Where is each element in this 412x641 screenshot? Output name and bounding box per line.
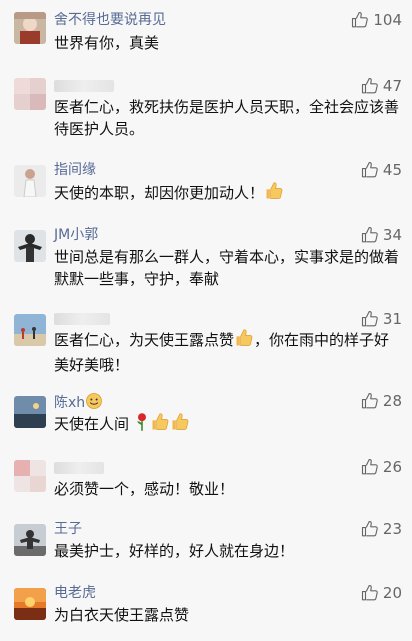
avatar[interactable] <box>14 396 46 428</box>
thumbs-up-outline-icon <box>361 584 378 601</box>
commenter-name[interactable]: 电老虎 <box>54 584 96 602</box>
thumbs-up-outline-icon <box>361 77 378 94</box>
commenter-name[interactable]: 指间缘 <box>54 161 96 179</box>
comment-item: 王子 最美护士，好样的，好人就在身边！ 23 <box>0 520 412 570</box>
thumbs-up-emoji-icon <box>264 181 284 207</box>
like-count: 23 <box>382 520 402 538</box>
comment-list: 舍不得也要说再见 世界有你，真美 104 医者仁心，救死扶伤是医护人员天职，全社… <box>0 0 412 641</box>
commenter-name[interactable] <box>54 77 114 95</box>
thumbs-up-emoji-icon <box>170 412 190 438</box>
thumbs-up-outline-icon <box>361 520 378 537</box>
like-button[interactable]: 47 <box>361 77 402 95</box>
avatar[interactable] <box>14 78 46 110</box>
comment-text: 医者仁心，救死扶伤是医护人员天职，全社会应该善待医护人员。 <box>54 98 400 138</box>
comment-text: 世界有你，真美 <box>54 34 160 52</box>
comment-text: 最美护士，好样的，好人就在身边！ <box>54 542 295 560</box>
comment-item: 必须赞一个，感动！敬业！ 26 <box>0 456 412 506</box>
commenter-name[interactable]: JM小郭 <box>54 226 98 244</box>
like-button[interactable]: 28 <box>361 392 402 410</box>
comment-item: JM小郭 世间总是有那么一群人，守着本心，实事求是的做着默默一些事，守护，奉献 … <box>0 226 412 296</box>
avatar[interactable] <box>14 314 46 346</box>
comment-text: 世间总是有那么一群人，守着本心，实事求是的做着默默一些事，守护，奉献 <box>54 248 400 288</box>
commenter-name[interactable] <box>54 459 104 477</box>
comment-item: 电老虎 为白衣天使王露点赞 20 <box>0 584 412 634</box>
like-count: 28 <box>382 392 402 410</box>
like-button[interactable]: 31 <box>361 310 402 328</box>
comment-text: 天使在人间 <box>54 412 402 438</box>
commenter-name[interactable] <box>54 310 110 328</box>
commenter-name[interactable]: 舍不得也要说再见 <box>54 11 166 29</box>
like-button[interactable]: 45 <box>361 161 402 179</box>
thumbs-up-outline-icon <box>352 11 369 28</box>
like-count: 104 <box>373 11 402 29</box>
like-count: 31 <box>382 310 402 328</box>
like-count: 26 <box>382 458 402 476</box>
comment-item: 舍不得也要说再见 世界有你，真美 104 <box>0 8 412 58</box>
comment-item: 指间缘 天使的本职，却因你更加动人！ 45 <box>0 161 412 211</box>
comment-text: 天使的本职，却因你更加动人！ <box>54 181 402 207</box>
avatar[interactable] <box>14 12 46 44</box>
like-button[interactable]: 34 <box>361 226 402 244</box>
rose-emoji-icon <box>134 412 150 438</box>
comment-item: 医者仁心，救死扶伤是医护人员天职，全社会应该善待医护人员。 47 <box>0 74 412 144</box>
comment-item: 陈xh 天使在人间 28 <box>0 392 412 442</box>
like-button[interactable]: 26 <box>361 458 402 476</box>
like-count: 47 <box>382 77 402 95</box>
like-count: 34 <box>382 226 402 244</box>
comment-item: 医者仁心，为天使王露点赞 ，你在雨中的样子好美好美哦！ 31 <box>0 310 412 380</box>
like-count: 20 <box>382 584 402 602</box>
thumbs-up-outline-icon <box>361 161 378 178</box>
like-button[interactable]: 23 <box>361 520 402 538</box>
avatar[interactable] <box>14 524 46 556</box>
thumbs-up-outline-icon <box>361 392 378 409</box>
comment-text: 必须赞一个，感动！敬业！ <box>54 480 235 498</box>
avatar[interactable] <box>14 165 46 197</box>
like-button[interactable]: 104 <box>351 11 402 29</box>
comment-text: 医者仁心，为天使王露点赞 ，你在雨中的样子好美好美哦！ <box>54 328 402 376</box>
thumbs-up-outline-icon <box>361 226 378 243</box>
comment-text: 为白衣天使王露点赞 <box>54 606 190 624</box>
like-count: 45 <box>382 161 402 179</box>
avatar[interactable] <box>14 460 46 492</box>
thumbs-up-emoji-icon <box>234 328 254 354</box>
thumbs-up-emoji-icon <box>150 412 170 438</box>
thumbs-up-outline-icon <box>361 458 378 475</box>
thumbs-up-outline-icon <box>361 310 378 327</box>
avatar[interactable] <box>14 588 46 620</box>
like-button[interactable]: 20 <box>361 584 402 602</box>
avatar[interactable] <box>14 230 46 262</box>
commenter-name[interactable]: 王子 <box>54 520 82 538</box>
